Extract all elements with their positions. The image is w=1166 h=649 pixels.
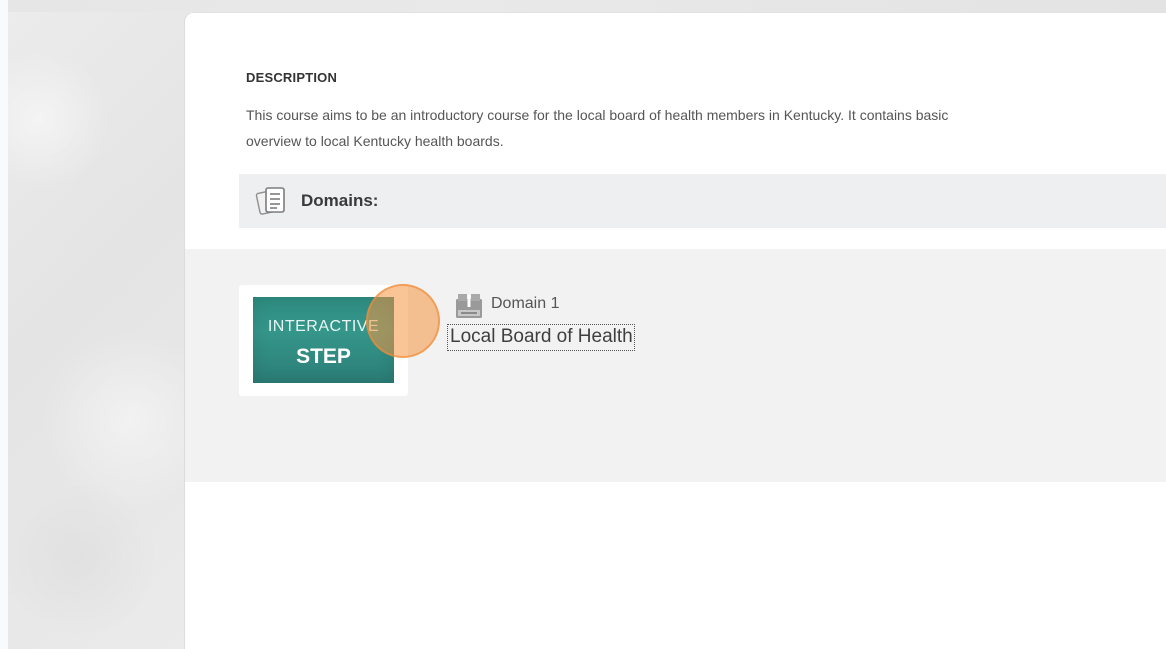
domain-link[interactable]: Local Board of Health bbox=[447, 324, 635, 351]
background-left-edge bbox=[0, 0, 8, 649]
domains-title: Domains: bbox=[301, 191, 379, 210]
background-top-strip bbox=[0, 0, 1166, 12]
domain-thumbnail[interactable]: INTERACTIVE STEP bbox=[253, 297, 394, 383]
thumbnail-line2: STEP bbox=[296, 345, 351, 368]
scorm-package-icon bbox=[456, 294, 482, 318]
domains-header: Domains: bbox=[239, 174, 1166, 228]
background-texture bbox=[0, 0, 190, 649]
domain-thumbnail-frame[interactable]: INTERACTIVE STEP bbox=[239, 285, 408, 396]
description-heading: DESCRIPTION bbox=[246, 70, 338, 85]
course-detail-card: DESCRIPTION This course aims to be an in… bbox=[184, 12, 1166, 649]
description-text: This course aims to be an introductory c… bbox=[246, 107, 949, 149]
thumbnail-line1: INTERACTIVE bbox=[267, 318, 380, 335]
document-list-icon bbox=[255, 187, 285, 215]
domain-number: Domain 1 bbox=[491, 295, 560, 312]
domains-list: INTERACTIVE STEP Domain 1 Local Board of… bbox=[185, 249, 1166, 482]
